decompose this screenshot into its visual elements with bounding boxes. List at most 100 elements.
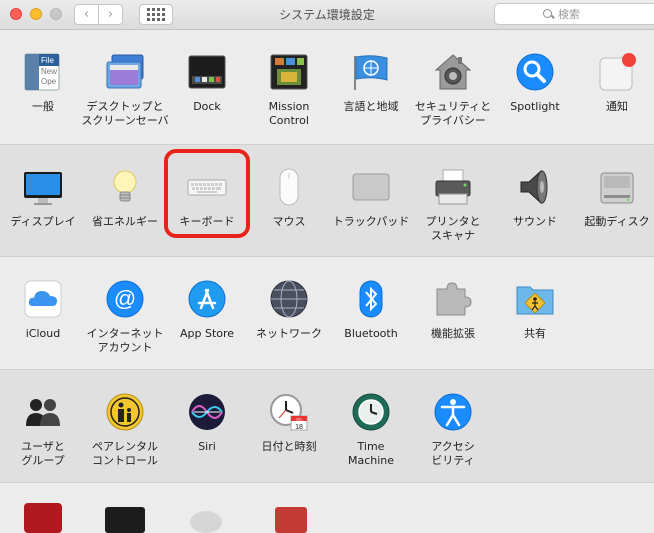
pane-label: インターネット アカウント [86, 327, 164, 354]
pane-label: 言語と地域 [343, 100, 399, 113]
pane-label: 通知 [606, 100, 628, 113]
shared-folder-icon [515, 279, 555, 319]
keyboard-highlight-annotation [164, 149, 250, 238]
pane-label: サウンド [513, 215, 557, 228]
calendar-month: JUL [295, 417, 303, 422]
pane-startup-disk[interactable]: 起動ディスク [576, 167, 654, 257]
pane-label: Spotlight [510, 100, 560, 113]
flash-player-icon[interactable] [24, 503, 62, 533]
pane-label: 日付と時刻 [261, 440, 317, 453]
clock-calendar-icon: JUL 18 [269, 392, 309, 432]
spotlight-icon [515, 52, 555, 92]
siri-icon [187, 392, 227, 432]
pane-printers-scanners[interactable]: プリンタと スキャナ [412, 167, 494, 257]
pane-sharing[interactable]: 共有 [494, 279, 576, 369]
pane-desktop-screensaver[interactable]: デスクトップと スクリーンセーバ [81, 52, 169, 142]
hard-drive-icon [597, 167, 637, 207]
pane-energy-saver[interactable]: 省エネルギー [84, 167, 166, 257]
bluetooth-icon [351, 279, 391, 319]
pane-trackpad[interactable]: トラックパッド [330, 167, 412, 257]
pane-accessibility[interactable]: アクセシ ビリティ [412, 392, 494, 482]
house-lock-icon [433, 52, 473, 92]
speaker-icon [515, 167, 555, 207]
calendar-day: 18 [295, 424, 303, 431]
pane-label: トラックパッド [332, 215, 410, 228]
dock-icon [187, 52, 227, 92]
pane-label: ネットワーク [256, 327, 322, 340]
desktop-screensaver-icon [105, 52, 145, 92]
search-field[interactable]: 検索 [494, 3, 654, 25]
pane-security-privacy[interactable]: セキュリティと プライバシー [412, 52, 494, 142]
notifications-icon [597, 52, 637, 92]
time-machine-icon [351, 392, 391, 432]
trackpad-icon [351, 167, 391, 207]
general-icon-new: New [41, 67, 57, 76]
pane-label: Siri [198, 440, 216, 453]
general-icon-open: Ope [41, 77, 57, 86]
icloud-icon [23, 279, 63, 319]
pane-label: 共有 [524, 327, 546, 340]
section-internet: iCloud @ インターネット アカウント App Store ネットワーク … [0, 257, 654, 370]
pane-label: プリンタと スキャナ [425, 215, 481, 242]
pane-label: App Store [179, 327, 235, 340]
pane-bluetooth[interactable]: Bluetooth [330, 279, 412, 369]
pane-label: アクセシ ビリティ [431, 440, 475, 467]
parental-controls-icon [105, 392, 145, 432]
search-icon [543, 8, 554, 20]
mission-control-icon [269, 52, 309, 92]
svg-text:@: @ [114, 286, 136, 311]
section-hardware: ディスプレイ 省エネルギー キーボード マウス トラックパッド プリンタと スキ… [0, 145, 654, 257]
section-system: ユーザと グループ ペアレンタル コントロール Siri JUL 18 日付と時… [0, 370, 654, 483]
lightbulb-icon [105, 167, 145, 207]
pane-app-store[interactable]: App Store [166, 279, 248, 369]
pane-dock[interactable]: Dock [166, 52, 248, 142]
section-personal: File New Ope 一般 デスクトップと スクリーンセーバ Dock Mi… [0, 30, 654, 145]
pane-icloud[interactable]: iCloud [2, 279, 84, 369]
third-party-pane-icon[interactable] [275, 507, 307, 533]
pane-network[interactable]: ネットワーク [248, 279, 330, 369]
pane-label: 起動ディスク [584, 215, 650, 228]
pane-label: 一般 [32, 100, 54, 113]
third-party-pane-icon[interactable] [190, 511, 222, 533]
pane-siri[interactable]: Siri [166, 392, 248, 482]
pane-label: iCloud [25, 327, 61, 340]
third-party-pane-icon[interactable] [105, 507, 145, 533]
pane-parental-controls[interactable]: ペアレンタル コントロール [84, 392, 166, 482]
pane-label: ユーザと グループ [21, 440, 65, 467]
accessibility-icon [433, 392, 473, 432]
pane-general[interactable]: File New Ope 一般 [2, 52, 84, 142]
pane-label: マウス [272, 215, 306, 228]
pane-internet-accounts[interactable]: @ インターネット アカウント [84, 279, 166, 369]
pane-label: セキュリティと プライバシー [414, 100, 492, 127]
title-bar: ‹ › システム環境設定 検索 [0, 0, 654, 30]
pane-label: デスクトップと スクリーンセーバ [81, 100, 169, 127]
pane-time-machine[interactable]: Time Machine [330, 392, 412, 482]
pane-displays[interactable]: ディスプレイ [2, 167, 84, 257]
general-icon-file: File [41, 56, 54, 65]
app-store-icon [187, 279, 227, 319]
pane-spotlight[interactable]: Spotlight [494, 52, 576, 142]
pane-label: Dock [193, 100, 221, 113]
users-icon [23, 392, 63, 432]
general-icon: File New Ope [23, 52, 63, 92]
pane-label: Time Machine [347, 440, 395, 467]
pane-notifications[interactable]: 通知 [576, 52, 654, 142]
pane-sound[interactable]: サウンド [494, 167, 576, 257]
pane-mission-control[interactable]: Mission Control [248, 52, 330, 142]
section-other [0, 483, 654, 533]
search-placeholder: 検索 [558, 8, 580, 21]
pane-users-groups[interactable]: ユーザと グループ [2, 392, 84, 482]
pane-label: ディスプレイ [10, 215, 76, 228]
flag-icon [351, 52, 391, 92]
mouse-icon [269, 167, 309, 207]
pane-label: Bluetooth [344, 327, 398, 340]
at-sign-icon: @ [105, 279, 145, 319]
printer-icon [433, 167, 473, 207]
display-icon [23, 167, 63, 207]
pane-mouse[interactable]: マウス [248, 167, 330, 257]
pane-label: 機能拡張 [431, 327, 475, 340]
pane-extensions[interactable]: 機能拡張 [412, 279, 494, 369]
pane-language-region[interactable]: 言語と地域 [330, 52, 412, 142]
pane-date-time[interactable]: JUL 18 日付と時刻 [248, 392, 330, 482]
puzzle-piece-icon [433, 279, 473, 319]
